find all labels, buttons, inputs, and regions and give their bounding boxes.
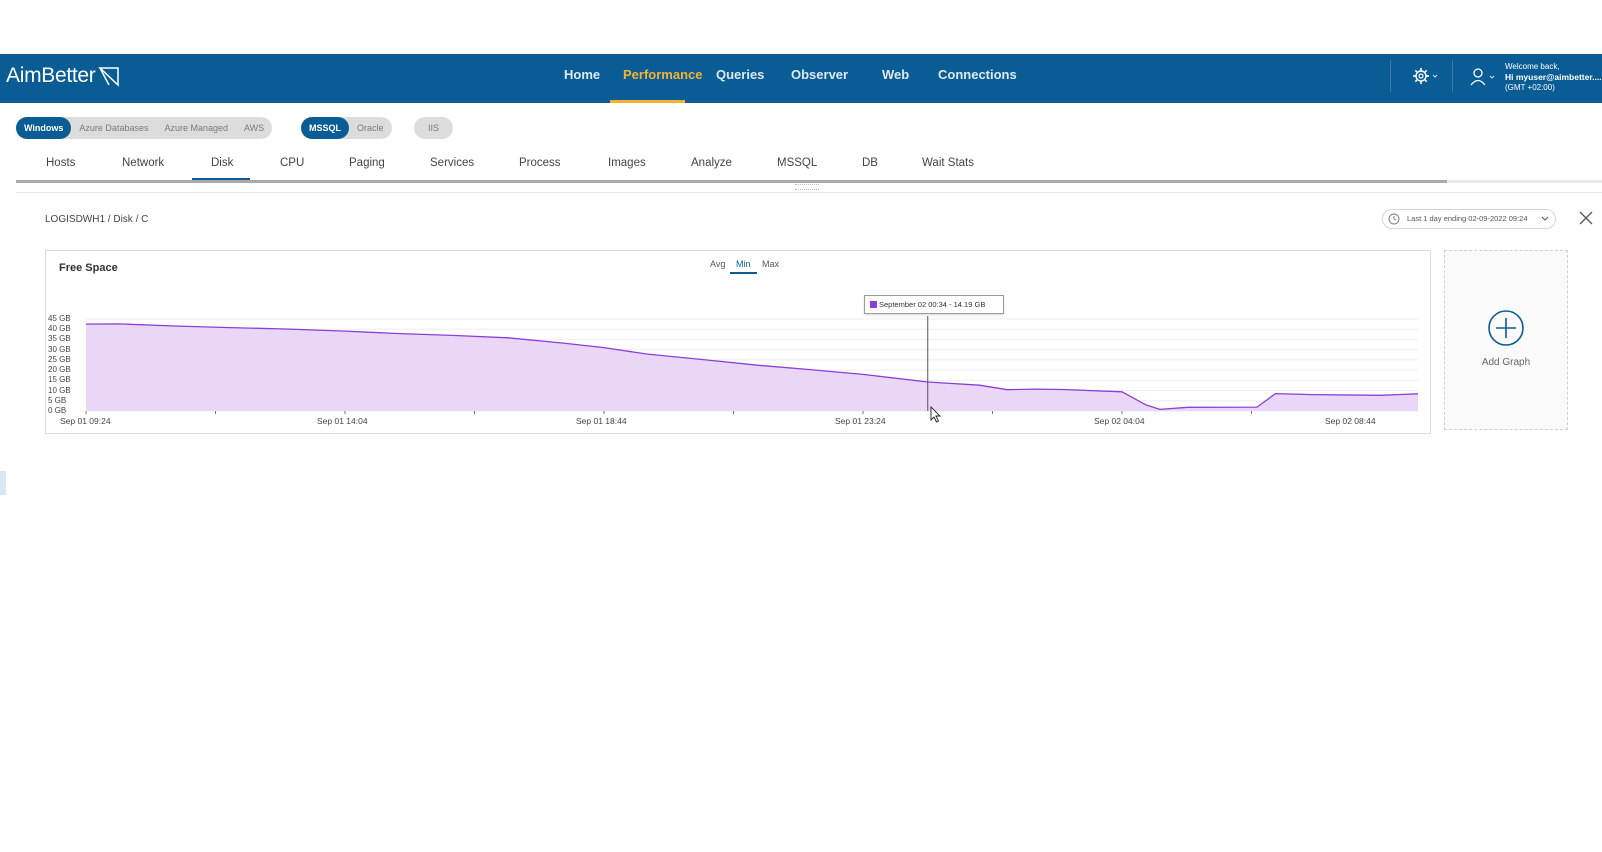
chart-tooltip: September 02 00:34 - 14.19 GB <box>864 295 1004 314</box>
plus-circle-icon <box>1488 310 1524 346</box>
add-graph-label: Add Graph <box>1481 357 1531 368</box>
add-graph-button[interactable]: Add Graph <box>1444 250 1568 430</box>
tooltip-text: September 02 00:34 - 14.19 GB <box>879 300 986 309</box>
free-space-area <box>86 323 1418 411</box>
chart-plot-area[interactable] <box>0 0 1602 852</box>
series-swatch <box>870 301 877 308</box>
